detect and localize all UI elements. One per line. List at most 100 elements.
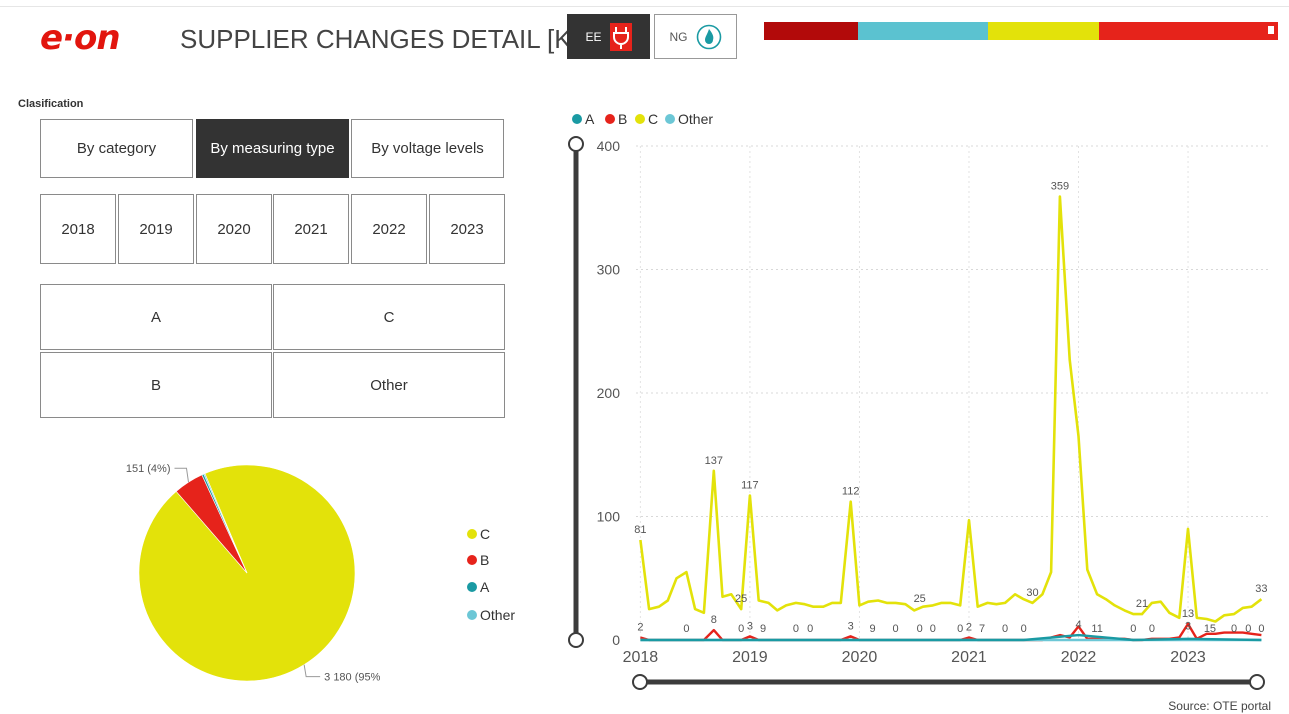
pie-legend-item-b: B [467, 552, 489, 568]
year-2023-button[interactable]: 2023 [429, 194, 505, 264]
line-legend-dot-b [605, 114, 615, 124]
pie-data-label-b: 151 (4%) [126, 463, 171, 475]
pie-legend-label-a: A [480, 579, 490, 595]
pie-chart: 151 (4%) 3 180 (95%) [126, 463, 380, 684]
x-tick-label: 2018 [623, 649, 659, 666]
y-tick-label: 400 [597, 138, 621, 154]
y-zoom-slider-bottom-handle[interactable] [568, 632, 584, 648]
type-other-button[interactable]: Other [273, 352, 505, 418]
pie-legend-item-c: C [467, 526, 490, 542]
line-data-label: 117 [741, 480, 759, 492]
pie-leader-line-c [303, 664, 321, 678]
colorbar-segment-4 [1099, 22, 1278, 40]
line-data-label: 137 [705, 455, 723, 467]
pie-legend-label-other: Other [480, 607, 516, 623]
series-line-c[interactable] [639, 195, 1263, 623]
x-zoom-slider-right-handle[interactable] [1249, 674, 1265, 690]
pie-data-label-c: 3 180 (95%) [324, 672, 380, 684]
line-legend-label-b: B [618, 111, 628, 127]
y-tick-label: 100 [597, 509, 621, 525]
classification-by-measuring-type-button[interactable]: By measuring type [196, 119, 349, 178]
line-data-label: 9 [760, 623, 766, 635]
y-zoom-slider-top-handle[interactable] [568, 136, 584, 152]
y-tick-label: 200 [597, 385, 621, 401]
energy-ng-button[interactable]: NG [654, 14, 737, 59]
line-data-label: 0 [917, 623, 923, 635]
line-data-label: 0 [1258, 623, 1264, 635]
line-data-label: 9 [870, 623, 876, 635]
type-c-button[interactable]: C [273, 284, 505, 350]
line-data-label: 11 [1091, 623, 1102, 635]
line-legend-item-b[interactable]: B [605, 111, 627, 127]
line-data-label: 0 [1245, 623, 1251, 635]
series-line-a[interactable] [640, 633, 1262, 642]
line-data-label: 30 [1026, 587, 1038, 599]
gas-flame-icon [696, 24, 721, 49]
year-2021-button[interactable]: 2021 [273, 194, 349, 264]
x-tick-label: 2020 [842, 649, 878, 666]
line-data-label: 4 [1075, 619, 1081, 631]
line-legend-dot-other [665, 114, 675, 124]
top-divider [0, 6, 1289, 7]
line-data-label: 0 [1130, 623, 1136, 635]
pie-legend-dot-other [467, 610, 477, 620]
line-data-label: 0 [1149, 623, 1155, 635]
line-data-label: 3 [747, 620, 753, 632]
line-data-label: 0 [1231, 623, 1237, 635]
year-2020-button[interactable]: 2020 [196, 194, 272, 264]
line-data-label: 0 [1002, 623, 1008, 635]
colorbar-marker [1268, 26, 1274, 34]
pie-legend-item-other: Other [467, 607, 515, 623]
line-legend-item-c[interactable]: C [635, 111, 658, 127]
line-chart: 01002003004002018 2019 2020 2021 2022 2023811… [568, 136, 1268, 690]
pie-legend-dot-b [467, 555, 477, 565]
line-data-label: 8 [711, 614, 717, 626]
line-data-label: 3 [848, 620, 854, 632]
line-data-label: 25 [914, 593, 926, 605]
line-data-label: 25 [735, 593, 747, 605]
pie-legend-item-a: A [467, 579, 489, 595]
year-2018-button[interactable]: 2018 [40, 194, 116, 264]
year-2019-button[interactable]: 2019 [118, 194, 194, 264]
line-data-label: 359 [1051, 181, 1069, 193]
classification-by-voltage-levels-button[interactable]: By voltage levels [351, 119, 504, 178]
line-data-label: 0 [930, 623, 936, 635]
line-data-label: 7 [979, 623, 985, 635]
x-zoom-slider-left-handle[interactable] [632, 674, 648, 690]
pie-legend-dot-c [467, 529, 477, 539]
line-data-label: 0 [807, 623, 813, 635]
brand-color-bar [764, 22, 1278, 40]
line-data-label: 0 [957, 623, 963, 635]
source-note: Source: OTE portal [1168, 699, 1271, 713]
x-tick-label: 2023 [1170, 649, 1206, 666]
year-2022-button[interactable]: 2022 [351, 194, 427, 264]
pie-legend-label-b: B [480, 552, 490, 568]
line-data-label: 13 [1182, 608, 1194, 620]
line-data-label: 0 [793, 623, 799, 635]
line-data-label: 0 [1021, 623, 1027, 635]
line-legend-item-other[interactable]: Other [665, 111, 713, 127]
energy-ng-label: NG [669, 29, 688, 44]
line-data-label: 2 [637, 622, 643, 634]
classification-label: Clasification [18, 98, 84, 110]
classification-by-category-button[interactable]: By category [40, 119, 193, 178]
plug-icon [609, 22, 632, 51]
line-legend-item-a[interactable]: A [572, 111, 594, 127]
colorbar-segment-1 [764, 22, 858, 40]
colorbar-segment-2 [858, 22, 988, 40]
line-legend-dot-c [635, 114, 645, 124]
line-data-label: 0 [738, 623, 744, 635]
eon-logo: e·on [40, 18, 121, 58]
type-a-button[interactable]: A [40, 284, 272, 350]
line-data-label: 3 [1185, 620, 1191, 632]
energy-ee-button[interactable]: EE [567, 14, 650, 59]
line-legend-label-a: A [585, 111, 595, 127]
y-tick-label: 0 [612, 632, 620, 648]
x-tick-label: 2021 [951, 649, 987, 666]
series-line-b[interactable] [640, 622, 1262, 642]
type-b-button[interactable]: B [40, 352, 272, 418]
line-legend-label-c: C [648, 111, 659, 127]
energy-ee-label: EE [585, 29, 602, 44]
y-tick-label: 300 [597, 262, 621, 278]
page-title: SUPPLIER CHANGES DETAIL [K] [180, 24, 579, 54]
